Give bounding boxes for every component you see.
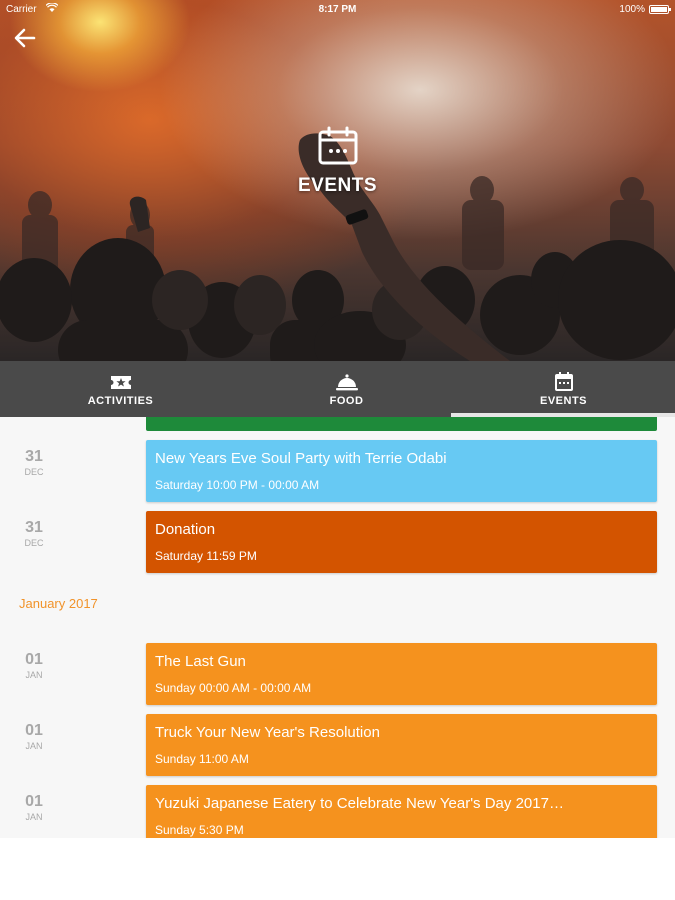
event-time: Saturday 11:59 PM [155, 549, 257, 563]
event-time: Sunday 11:00 AM [155, 752, 249, 766]
battery-icon [649, 5, 671, 14]
event-month: DEC [24, 538, 44, 548]
event-card-partial[interactable] [146, 417, 657, 431]
event-month: JAN [25, 812, 43, 822]
tab-food[interactable]: FOOD [234, 361, 459, 417]
status-time: 8:17 PM [318, 4, 357, 15]
tab-activities-label: ACTIVITIES [87, 395, 154, 407]
back-button[interactable] [12, 26, 38, 50]
event-date: 01 JAN [14, 651, 54, 680]
back-arrow-icon [14, 28, 36, 48]
event-date: 01 JAN [14, 722, 54, 751]
event-day: 31 [25, 519, 43, 536]
hero-header: EVENTS [0, 126, 675, 197]
event-day: 01 [25, 722, 43, 739]
list-item: 01 JAN Truck Your New Year's Resolution … [0, 714, 675, 776]
tab-events-label: EVENTS [539, 395, 587, 407]
event-date: 31 DEC [14, 448, 54, 477]
list-item: 31 DEC Donation Saturday 11:59 PM [0, 511, 675, 573]
event-title: Truck Your New Year's Resolution [155, 724, 380, 741]
page-title: EVENTS [297, 175, 378, 196]
month-section-heading: January 2017 [19, 596, 98, 611]
event-day: 31 [25, 448, 43, 465]
event-card[interactable]: Donation Saturday 11:59 PM [146, 511, 657, 573]
tab-events[interactable]: EVENTS [451, 361, 675, 417]
event-month: DEC [24, 467, 44, 477]
status-bar: Carrier 8:17 PM 100% [0, 0, 675, 20]
calendar-icon [318, 126, 357, 165]
list-item: 31 DEC New Years Eve Soul Party with Ter… [0, 440, 675, 502]
event-time: Sunday 5:30 PM [155, 823, 244, 837]
calendar-icon [554, 372, 573, 391]
hero-banner: Carrier 8:17 PM 100% EVENTS [0, 0, 675, 361]
cloche-icon [335, 374, 358, 391]
event-time: Sunday 00:00 AM - 00:00 AM [155, 681, 312, 695]
event-card[interactable]: Truck Your New Year's Resolution Sunday … [146, 714, 657, 776]
list-item: 01 JAN Yuzuki Japanese Eatery to Celebra… [0, 785, 675, 838]
category-tab-bar: ACTIVITIES FOOD EVENTS [0, 361, 675, 417]
event-title: Donation [155, 521, 216, 538]
list-item: 01 JAN The Last Gun Sunday 00:00 AM - 00… [0, 643, 675, 705]
ticket-star-icon [110, 376, 131, 389]
event-day: 01 [25, 793, 43, 810]
event-card[interactable]: The Last Gun Sunday 00:00 AM - 00:00 AM [146, 643, 657, 705]
event-title: Yuzuki Japanese Eatery to Celebrate New … [155, 795, 564, 812]
event-date: 01 JAN [14, 793, 54, 822]
event-date: 31 DEC [14, 519, 54, 548]
tab-activities[interactable]: ACTIVITIES [8, 361, 233, 417]
event-month: JAN [25, 670, 43, 680]
battery-percentage: 100% [619, 4, 645, 15]
event-card[interactable]: New Years Eve Soul Party with Terrie Oda… [146, 440, 657, 502]
event-card[interactable]: Yuzuki Japanese Eatery to Celebrate New … [146, 785, 657, 838]
events-list[interactable]: 31 DEC New Years Eve Soul Party with Ter… [0, 417, 675, 838]
event-time: Saturday 10:00 PM - 00:00 AM [155, 478, 320, 492]
event-title: New Years Eve Soul Party with Terrie Oda… [155, 450, 447, 467]
event-month: JAN [25, 741, 43, 751]
event-title: The Last Gun [155, 653, 246, 670]
event-day: 01 [25, 651, 43, 668]
tab-food-label: FOOD [329, 395, 364, 407]
